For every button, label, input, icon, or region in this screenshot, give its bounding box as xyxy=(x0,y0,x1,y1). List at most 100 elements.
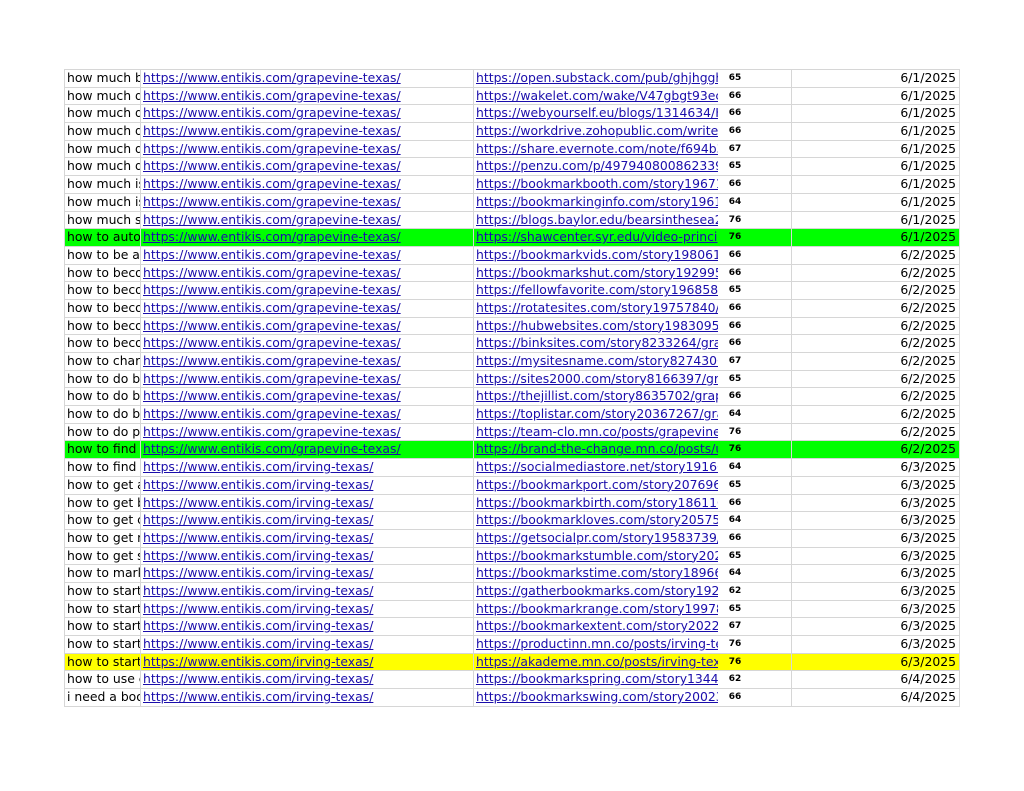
backlink-cell[interactable]: https://team-clo.mn.co/posts/grapevine-t xyxy=(474,424,718,441)
target-url-link[interactable]: https://www.entikis.com/irving-texas/ xyxy=(143,512,373,527)
keyword-cell[interactable]: how much b xyxy=(65,70,141,87)
target-url-cell[interactable]: https://www.entikis.com/grapevine-texas/ xyxy=(141,229,474,246)
score-cell[interactable]: 64 xyxy=(718,459,792,476)
score-cell[interactable]: 66 xyxy=(718,87,792,105)
date-cell[interactable]: 6/1/2025 xyxy=(792,229,960,246)
score-cell[interactable]: 65 xyxy=(718,70,792,87)
backlink-link[interactable]: https://shawcenter.syr.edu/video-princip… xyxy=(476,229,718,244)
score-cell[interactable]: 66 xyxy=(718,529,792,547)
date-cell[interactable]: 6/1/2025 xyxy=(792,87,960,105)
target-url-cell[interactable]: https://www.entikis.com/grapevine-texas/ xyxy=(141,353,474,370)
target-url-link[interactable]: https://www.entikis.com/grapevine-texas/ xyxy=(143,229,401,244)
backlink-cell[interactable]: https://wakelet.com/wake/V47gbgt93ecK xyxy=(474,88,718,105)
target-url-link[interactable]: https://www.entikis.com/irving-texas/ xyxy=(143,671,373,686)
target-url-link[interactable]: https://www.entikis.com/grapevine-texas/ xyxy=(143,441,401,456)
target-url-cell[interactable]: https://www.entikis.com/grapevine-texas/ xyxy=(141,317,474,335)
backlink-link[interactable]: https://team-clo.mn.co/posts/grapevine-t xyxy=(476,424,718,439)
target-url-cell[interactable]: https://www.entikis.com/grapevine-texas/ xyxy=(141,423,474,441)
target-url-cell[interactable]: https://www.entikis.com/grapevine-texas/ xyxy=(141,246,474,264)
date-cell[interactable]: 6/2/2025 xyxy=(792,388,960,406)
table-row[interactable]: how to do b https://www.entikis.com/grape… xyxy=(65,388,960,407)
target-url-link[interactable]: https://www.entikis.com/irving-texas/ xyxy=(143,530,373,545)
backlink-cell[interactable]: https://bookmarkstime.com/story189661 xyxy=(474,565,718,582)
backlink-link[interactable]: https://share.evernote.com/note/f694b36 xyxy=(476,141,718,156)
target-url-link[interactable]: https://www.entikis.com/grapevine-texas/ xyxy=(143,194,401,209)
table-row[interactable]: how to get s https://www.entikis.com/irvi… xyxy=(65,547,960,566)
backlink-cell[interactable]: https://bookmarkspring.com/story134430 xyxy=(474,671,718,688)
date-cell[interactable]: 6/1/2025 xyxy=(792,211,960,229)
date-cell[interactable]: 6/2/2025 xyxy=(792,299,960,317)
table-row[interactable]: how to get a https://www.entikis.com/irvi… xyxy=(65,476,960,495)
keyword-cell[interactable]: how to get c xyxy=(65,512,141,529)
table-row[interactable]: how much b https://www.entikis.com/grapev… xyxy=(65,70,960,88)
target-url-link[interactable]: https://www.entikis.com/grapevine-texas/ xyxy=(143,247,401,262)
table-row[interactable]: how to do p https://www.entikis.com/grape… xyxy=(65,423,960,442)
keyword-cell[interactable]: how to beco xyxy=(65,335,141,352)
target-url-link[interactable]: https://www.entikis.com/irving-texas/ xyxy=(143,689,373,704)
date-cell[interactable]: 6/3/2025 xyxy=(792,529,960,547)
score-cell[interactable]: 62 xyxy=(718,671,792,689)
target-url-cell[interactable]: https://www.entikis.com/grapevine-texas/ xyxy=(141,140,474,158)
backlink-link[interactable]: https://productinn.mn.co/posts/irving-te… xyxy=(476,636,718,651)
target-url-cell[interactable]: https://www.entikis.com/irving-texas/ xyxy=(141,494,474,512)
keyword-cell[interactable]: how much is xyxy=(65,193,141,211)
target-url-cell[interactable]: https://www.entikis.com/irving-texas/ xyxy=(141,618,474,635)
table-row[interactable]: how to beco https://www.entikis.com/grape… xyxy=(65,264,960,283)
keyword-cell[interactable]: how to get s xyxy=(65,547,141,565)
keyword-cell[interactable]: how to get b xyxy=(65,494,141,512)
keyword-cell[interactable]: how to get n xyxy=(65,529,141,547)
keyword-cell[interactable]: i need a boo xyxy=(65,689,141,706)
keyword-cell[interactable]: how to beco xyxy=(65,282,141,299)
target-url-cell[interactable]: https://www.entikis.com/irving-texas/ xyxy=(141,689,474,706)
keyword-cell[interactable]: how to do b xyxy=(65,406,141,423)
backlink-link[interactable]: https://bookmarkinginfo.com/story19615 xyxy=(476,194,718,209)
date-cell[interactable]: 6/3/2025 xyxy=(792,547,960,565)
score-cell[interactable]: 66 xyxy=(718,689,792,706)
keyword-cell[interactable]: how to charg xyxy=(65,353,141,370)
score-cell[interactable]: 66 xyxy=(718,264,792,282)
backlink-link[interactable]: https://bookmarkbooth.com/story196717 xyxy=(476,176,718,191)
target-url-link[interactable]: https://www.entikis.com/grapevine-texas/ xyxy=(143,176,401,191)
backlink-link[interactable]: https://bookmarkloves.com/story2057553 xyxy=(476,512,718,527)
keyword-cell[interactable]: how to be a xyxy=(65,246,141,264)
backlink-link[interactable]: https://akademe.mn.co/posts/irving-texa xyxy=(476,654,718,669)
backlink-link[interactable]: https://binksites.com/story8233264/grap xyxy=(476,335,718,350)
target-url-link[interactable]: https://www.entikis.com/grapevine-texas/ xyxy=(143,335,401,350)
backlink-cell[interactable]: https://binksites.com/story8233264/grap xyxy=(474,335,718,352)
backlink-cell[interactable]: https://rotatesites.com/story19757840/gr xyxy=(474,300,718,317)
date-cell[interactable]: 6/4/2025 xyxy=(792,689,960,706)
date-cell[interactable]: 6/3/2025 xyxy=(792,459,960,476)
score-cell[interactable]: 65 xyxy=(718,600,792,618)
keyword-cell[interactable]: how much sl xyxy=(65,211,141,229)
score-cell[interactable]: 66 xyxy=(718,388,792,406)
keyword-cell[interactable]: how to find l xyxy=(65,459,141,476)
backlink-link[interactable]: https://wakelet.com/wake/V47gbgt93ecK xyxy=(476,88,718,103)
target-url-link[interactable]: https://www.entikis.com/irving-texas/ xyxy=(143,495,373,510)
backlink-cell[interactable]: https://workdrive.zohopublic.com/writer/ xyxy=(474,123,718,140)
keyword-cell[interactable]: how to find a xyxy=(65,441,141,459)
table-row[interactable]: how to use e https://www.entikis.com/irvi… xyxy=(65,671,960,690)
score-cell[interactable]: 64 xyxy=(718,406,792,423)
date-cell[interactable]: 6/1/2025 xyxy=(792,193,960,211)
date-cell[interactable]: 6/1/2025 xyxy=(792,176,960,193)
backlink-link[interactable]: https://penzu.com/p/4979408008623397 xyxy=(476,158,718,173)
backlink-cell[interactable]: https://bookmarkbirth.com/story1861100 xyxy=(474,495,718,512)
table-row[interactable]: how much d https://www.entikis.com/grapev… xyxy=(65,140,960,159)
date-cell[interactable]: 6/3/2025 xyxy=(792,618,960,635)
backlink-link[interactable]: https://workdrive.zohopublic.com/writer/ xyxy=(476,123,718,138)
score-cell[interactable]: 64 xyxy=(718,193,792,211)
backlink-link[interactable]: https://socialmediastore.net/story191669 xyxy=(476,459,718,474)
target-url-cell[interactable]: https://www.entikis.com/grapevine-texas/ xyxy=(141,158,474,176)
backlink-cell[interactable]: https://webyourself.eu/blogs/1314634/Ho xyxy=(474,105,718,122)
table-row[interactable]: how to get c https://www.entikis.com/irvi… xyxy=(65,512,960,530)
score-cell[interactable]: 66 xyxy=(718,494,792,512)
score-cell[interactable]: 66 xyxy=(718,176,792,193)
backlink-cell[interactable]: https://bookmarkinginfo.com/story19615 xyxy=(474,194,718,211)
backlink-cell[interactable]: https://bookmarkvids.com/story19806150 xyxy=(474,247,718,264)
keyword-cell[interactable]: how much d xyxy=(65,158,141,176)
score-cell[interactable]: 65 xyxy=(718,370,792,388)
backlink-link[interactable]: https://getsocialpr.com/story19583739/ir xyxy=(476,530,718,545)
keyword-cell[interactable]: how to auto xyxy=(65,229,141,246)
backlink-cell[interactable]: https://socialmediastore.net/story191669 xyxy=(474,459,718,476)
target-url-link[interactable]: https://www.entikis.com/grapevine-texas/ xyxy=(143,123,401,138)
